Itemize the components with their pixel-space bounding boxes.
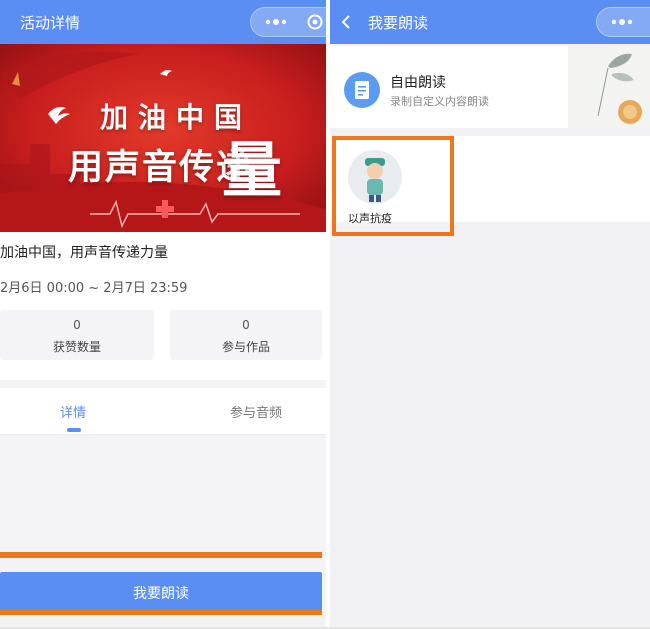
works-stat: 0 参与作品 bbox=[170, 310, 322, 360]
menu-capsule[interactable] bbox=[250, 7, 326, 37]
read-aloud-panel: 我要朗读 自由朗读 录制自定义内容朗读 以声抗疫 bbox=[330, 0, 650, 629]
details-content bbox=[0, 440, 326, 550]
nav-title: 活动详情 bbox=[20, 14, 81, 32]
works-count: 0 bbox=[242, 318, 250, 332]
doctor-avatar bbox=[348, 150, 402, 204]
activity-banner: 加油中国 用声音传递 量 bbox=[0, 44, 326, 232]
nav-title-right: 我要朗读 bbox=[368, 14, 429, 32]
plant-decoration bbox=[568, 46, 650, 128]
nav-bar-right: 我要朗读 bbox=[330, 0, 650, 44]
likes-count: 0 bbox=[73, 318, 81, 332]
works-label: 参与作品 bbox=[221, 340, 270, 354]
activity-detail-panel: 活动详情 加油中国 用声音传递 量 加油中国，用声音传递力量 2月6日 00:0… bbox=[0, 0, 326, 629]
read-aloud-button[interactable]: 我要朗读 bbox=[0, 572, 322, 614]
tab-audio[interactable]: 参与音频 bbox=[230, 402, 282, 421]
free-read-title: 自由朗读 bbox=[390, 75, 446, 91]
highlight-bar bbox=[0, 552, 322, 558]
nav-bar: 活动详情 bbox=[0, 0, 326, 44]
more-icon[interactable] bbox=[609, 16, 635, 28]
activity-title: 加油中国，用声音传递力量 bbox=[0, 245, 168, 261]
tab-details[interactable]: 详情 bbox=[60, 402, 86, 421]
free-read-subtitle: 录制自定义内容朗读 bbox=[390, 95, 489, 108]
tab-bar: 详情 参与音频 bbox=[0, 388, 326, 435]
activity-time: 2月6日 00:00 ~ 2月7日 23:59 bbox=[0, 281, 188, 296]
likes-stat: 0 获赞数量 bbox=[0, 310, 154, 360]
highlight-underline bbox=[0, 610, 322, 615]
item-epidemic[interactable]: 以声抗疫 bbox=[332, 136, 454, 236]
document-icon bbox=[344, 72, 380, 108]
activity-info: 加油中国，用声音传递力量 2月6日 00:00 ~ 2月7日 23:59 0 获… bbox=[0, 232, 326, 380]
banner-big-char: 量 bbox=[222, 136, 282, 206]
menu-capsule-right[interactable] bbox=[596, 7, 650, 37]
target-icon[interactable] bbox=[307, 14, 323, 30]
free-read-card[interactable]: 自由朗读 录制自定义内容朗读 bbox=[330, 46, 650, 128]
back-icon[interactable] bbox=[338, 13, 356, 31]
item-label: 以声抗疫 bbox=[348, 212, 392, 225]
more-icon[interactable] bbox=[263, 16, 289, 28]
tab-indicator bbox=[67, 428, 81, 432]
likes-label: 获赞数量 bbox=[52, 340, 101, 354]
